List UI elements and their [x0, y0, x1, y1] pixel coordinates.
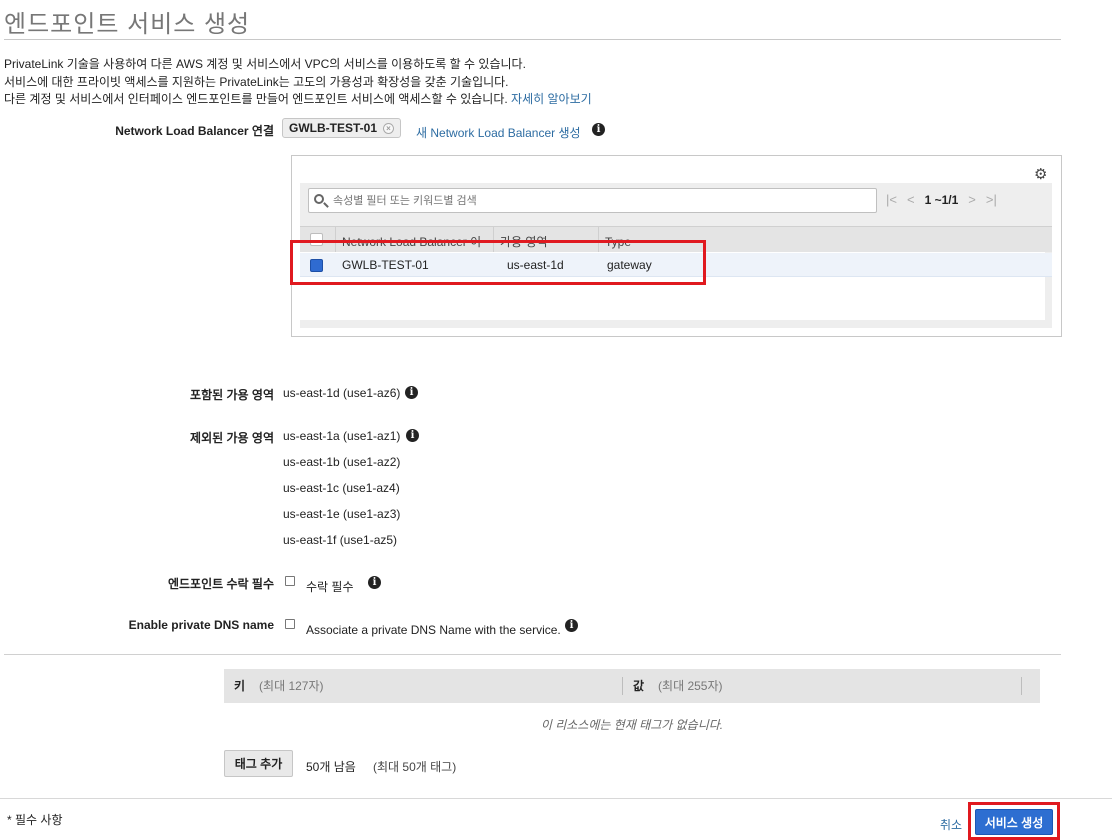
pager-last-icon[interactable]: >|: [986, 192, 997, 207]
pager-first-icon[interactable]: |<: [886, 192, 897, 207]
intro-text: PrivateLink 기술을 사용하여 다른 AWS 계정 및 서비스에서 V…: [4, 56, 592, 109]
pager: |< < 1 ~1/1 > >|: [886, 192, 997, 207]
info-icon[interactable]: i: [565, 619, 578, 632]
info-icon[interactable]: i: [406, 429, 419, 442]
nlb-label: Network Load Balancer 연결: [115, 124, 274, 138]
add-tag-button[interactable]: 태그 추가: [224, 750, 293, 777]
excluded-zone: us-east-1f (use1-az5): [283, 533, 398, 547]
tag-value-column: 값 (최대 255자): [633, 669, 723, 703]
info-icon[interactable]: i: [592, 123, 605, 136]
excluded-zone: us-east-1a (use1-az1): [283, 429, 401, 443]
tag-value-header: 값: [633, 679, 645, 693]
excluded-zone: us-east-1c (use1-az4): [283, 481, 400, 495]
column-divider: [622, 677, 623, 695]
section-divider: [4, 654, 1061, 655]
nlb-search-input[interactable]: [331, 193, 851, 208]
acceptance-checkbox-label: 수락 필수: [306, 580, 354, 594]
page-title: 엔드포인트 서비스 생성: [4, 11, 251, 38]
acceptance-label: 엔드포인트 수락 필수: [167, 577, 274, 591]
pager-range: 1 ~1/1: [924, 192, 959, 207]
required-note: * 필수 사항: [7, 813, 63, 827]
private-dns-checkbox-label: Associate a private DNS Name with the se…: [306, 623, 561, 637]
nlb-token-label: GWLB-TEST-01: [289, 121, 378, 135]
nlb-search-field[interactable]: [308, 188, 877, 213]
create-nlb-link[interactable]: 새 Network Load Balancer 생성: [416, 124, 581, 141]
excluded-zone: us-east-1e (use1-az3): [283, 507, 401, 521]
title-divider: [4, 39, 1061, 40]
private-dns-checkbox[interactable]: [285, 619, 295, 629]
tags-max-hint: (최대 50개 태그): [373, 760, 457, 774]
tag-value-hint: (최대 255자): [658, 679, 723, 693]
tags-table-header: 키 (최대 127자) 값 (최대 255자): [224, 669, 1040, 703]
tag-key-hint: (최대 127자): [259, 679, 324, 693]
footer-divider: [0, 798, 1112, 799]
pager-prev-icon[interactable]: <: [907, 192, 915, 207]
highlight-box-submit: [968, 802, 1060, 840]
tags-empty-message: 이 리소스에는 현재 태그가 없습니다.: [540, 718, 724, 732]
column-divider: [1021, 677, 1022, 695]
cancel-link[interactable]: 취소: [940, 816, 962, 833]
excluded-zones-label: 제외된 가용 영역: [190, 431, 274, 445]
acceptance-checkbox[interactable]: [285, 576, 295, 586]
tag-key-column: 키 (최대 127자): [234, 669, 324, 703]
tags-remaining: 50개 남음: [306, 760, 356, 774]
tag-key-header: 키: [234, 679, 246, 693]
intro-line-3: 다른 계정 및 서비스에서 인터페이스 엔드포인트를 만들어 엔드포인트 서비스…: [4, 92, 592, 106]
private-dns-label: Enable private DNS name: [128, 618, 274, 632]
intro-line-2: 서비스에 대한 프라이빗 액세스를 지원하는 PrivateLink는 고도의 …: [4, 74, 509, 89]
info-icon[interactable]: i: [368, 576, 381, 589]
highlight-box-row: [290, 240, 706, 285]
info-icon[interactable]: i: [405, 386, 418, 399]
horizontal-scrollbar[interactable]: [300, 320, 1045, 328]
learn-more-link[interactable]: 자세히 알아보기: [511, 92, 592, 106]
gear-icon[interactable]: ⚙: [1034, 165, 1047, 183]
nlb-selected-token[interactable]: GWLB-TEST-01 ×: [282, 118, 402, 138]
search-icon: [313, 193, 329, 209]
excluded-zone: us-east-1b (use1-az2): [283, 455, 401, 469]
included-zone: us-east-1d (use1-az6): [283, 386, 401, 400]
included-zones-label: 포함된 가용 영역: [190, 388, 274, 402]
pager-next-icon[interactable]: >: [968, 192, 976, 207]
remove-token-icon[interactable]: ×: [383, 122, 395, 134]
intro-line-1: PrivateLink 기술을 사용하여 다른 AWS 계정 및 서비스에서 V…: [4, 57, 526, 71]
